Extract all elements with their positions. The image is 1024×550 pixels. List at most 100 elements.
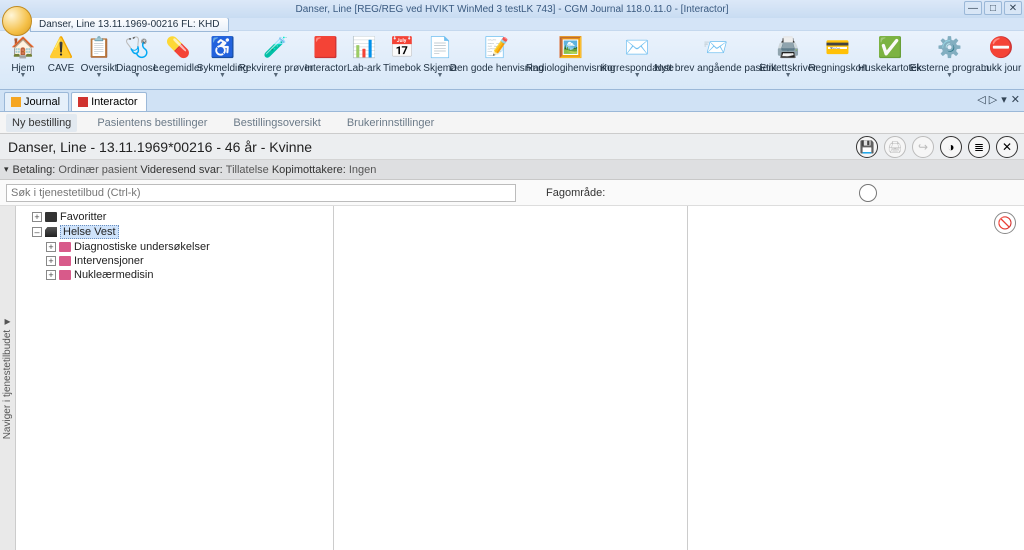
patient-context-tab[interactable]: Danser, Line 13.11.1969-00216 FL: KHD	[30, 17, 229, 32]
expand-icon[interactable]: +	[46, 256, 56, 266]
fagomrade-label: Fagområde:	[546, 187, 605, 199]
new-letter-icon: 📨	[702, 33, 730, 61]
external-icon: ⚙️	[935, 33, 963, 61]
dropdown-icon: ▼	[785, 72, 792, 79]
orb-tab-row: Danser, Line 13.11.1969-00216 FL: KHD	[0, 18, 1024, 30]
expand-icon[interactable]: +	[46, 270, 56, 280]
subtab-pasientens-bestillinger[interactable]: Pasientens bestillinger	[91, 114, 213, 132]
forms-icon: 📄	[426, 33, 454, 61]
ribbon-label-printer-button[interactable]: 🖨️Etikettskriver▼	[763, 33, 812, 79]
dropdown-icon: ▼	[134, 72, 141, 79]
ribbon-referral-button[interactable]: 📝Den gode henvisning	[459, 33, 535, 74]
tab-journal[interactable]: Journal	[4, 92, 69, 111]
service-search-input[interactable]	[6, 184, 516, 202]
ribbon-medicines-button[interactable]: 💊Legemidler	[156, 33, 200, 74]
tab-interactor[interactable]: Interactor	[71, 92, 146, 111]
order-tests-icon: 🧪	[262, 33, 290, 61]
main-content-area: Naviger i tjenestetilbudet ◄ + Favoritte…	[0, 206, 1024, 550]
reminders-icon: ✅	[876, 33, 904, 61]
ribbon-home-button[interactable]: 🏠Hjem▼	[4, 33, 42, 79]
overview-icon: 📋	[85, 33, 113, 61]
ribbon-new-letter-button[interactable]: 📨Nytt brev angående pasient	[668, 33, 764, 74]
ribbon-overview-button[interactable]: 📋Oversikt▼	[80, 33, 118, 79]
label-videresend: Videresend svar:	[140, 164, 222, 176]
ribbon-cave-button[interactable]: ⚠️CAVE	[42, 33, 80, 74]
ribbon-appointment-button[interactable]: 📅Timebok	[383, 33, 421, 74]
print-button[interactable]: 🖨	[884, 136, 906, 158]
contrast-button[interactable]: ◑	[940, 136, 962, 158]
label-betaling: Betaling:	[13, 164, 56, 176]
collapse-icon[interactable]: –	[32, 227, 42, 237]
value-kopimottakere: Ingen	[349, 164, 377, 176]
dropdown-icon: ▼	[946, 72, 953, 79]
ribbon-lab-sheet-button[interactable]: 📊Lab-ark	[345, 33, 383, 74]
patient-info-line: Danser, Line - 13.11.1969*00216 - 46 år …	[8, 139, 312, 155]
service-tree-pane: + Favoritter – Helse Vest +Diagnostiske …	[16, 206, 334, 550]
value-videresend: Tillatelse	[226, 164, 269, 176]
dropdown-icon: ▼	[96, 72, 103, 79]
folder-icon	[45, 212, 57, 222]
close-order-button[interactable]: ✕	[996, 136, 1018, 158]
folder-icon	[59, 270, 71, 280]
folder-icon	[59, 242, 71, 252]
close-journal-icon: ⛔	[987, 33, 1015, 61]
app-orb-button[interactable]	[2, 6, 32, 36]
tab-icon	[11, 97, 21, 107]
sick-leave-icon: ♿	[209, 33, 237, 61]
dropdown-icon: ▼	[437, 72, 444, 79]
expand-icon[interactable]: +	[32, 212, 42, 222]
chevron-down-icon[interactable]: ▾	[4, 164, 9, 175]
ribbon-external-button[interactable]: ⚙️Eksterne program▼	[917, 33, 982, 79]
tab-icon	[78, 97, 88, 107]
save-button[interactable]: 💾	[856, 136, 878, 158]
label-printer-icon: 🖨️	[774, 33, 802, 61]
order-info-strip[interactable]: ▾ Betaling: Ordinær pasient Videresend s…	[0, 160, 1024, 180]
navigator-side-tab[interactable]: Naviger i tjenestetilbudet ◄	[0, 206, 16, 550]
ribbon-toolbar: 🏠Hjem▼⚠️CAVE📋Oversikt▼🩺Diagnose▼💊Legemid…	[0, 30, 1024, 90]
tab-menu-button[interactable]: ▾	[1001, 93, 1007, 106]
expand-icon[interactable]: +	[46, 242, 56, 252]
tree-node-helse-vest[interactable]: – Helse Vest	[32, 224, 331, 240]
minimize-button[interactable]: —	[964, 1, 982, 15]
summary-pane: 🚫	[688, 206, 1024, 550]
radio-lab[interactable]: Lab	[613, 184, 1024, 202]
sub-tabs: Ny bestilling Pasientens bestillinger Best…	[0, 112, 1024, 134]
no-entry-icon[interactable]: 🚫	[994, 212, 1016, 234]
ribbon-order-tests-button[interactable]: 🧪Rekvirere prøver▼	[245, 33, 307, 79]
diagnose-icon: 🩺	[123, 33, 151, 61]
details-pane	[334, 206, 688, 550]
radiology-ref-icon: 🖼️	[557, 33, 585, 61]
ribbon-radiology-ref-button[interactable]: 🖼️Radiologihenvisning	[535, 33, 607, 74]
tab-close-button[interactable]: ✕	[1011, 93, 1020, 106]
title-bar: Danser, Line [REG/REG ved HVIKT WinMed 3…	[0, 0, 1024, 18]
subtab-ny-bestilling[interactable]: Ny bestilling	[6, 114, 77, 132]
fagomrade-group: Fagområde: Lab Radiologi	[546, 184, 1024, 202]
dropdown-icon: ▼	[219, 72, 226, 79]
billing-icon: 💳	[824, 33, 852, 61]
tree-node-intervensjoner[interactable]: +Intervensjoner	[46, 254, 331, 268]
tree-node-diagnostiske-undersøkelser[interactable]: +Diagnostiske undersøkelser	[46, 240, 331, 254]
ribbon-interactor-button[interactable]: 🟥Interactor	[307, 33, 345, 74]
dropdown-icon: ▼	[20, 72, 27, 79]
close-button[interactable]: ✕	[1004, 1, 1022, 15]
ribbon-diagnose-button[interactable]: 🩺Diagnose▼	[118, 33, 156, 79]
ribbon-billing-button[interactable]: 💳Regningskort	[813, 33, 863, 74]
ribbon-close-journal-button[interactable]: ⛔Lukk jour	[982, 33, 1020, 74]
tab-nav-arrows[interactable]: ◁ ▷	[977, 93, 997, 106]
tree-node-favoritter[interactable]: + Favoritter	[32, 210, 331, 224]
subtab-brukerinnstillinger[interactable]: Brukerinnstillinger	[341, 114, 440, 132]
list-button[interactable]: ≣	[968, 136, 990, 158]
subtab-bestillingsoversikt[interactable]: Bestillingsoversikt	[227, 114, 326, 132]
maximize-button[interactable]: □	[984, 1, 1002, 15]
tree-node-nukleærmedisin[interactable]: +Nukleærmedisin	[46, 268, 331, 282]
folder-open-icon	[45, 227, 57, 237]
send-button[interactable]: ↪	[912, 136, 934, 158]
module-tabstrip: JournalInteractor ◁ ▷ ▾ ✕	[0, 90, 1024, 112]
window-title: Danser, Line [REG/REG ved HVIKT WinMed 3…	[0, 4, 1024, 15]
appointment-icon: 📅	[388, 33, 416, 61]
home-icon: 🏠	[9, 33, 37, 61]
patient-header: Danser, Line - 13.11.1969*00216 - 46 år …	[0, 134, 1024, 160]
medicines-icon: 💊	[164, 33, 192, 61]
referral-icon: 📝	[483, 33, 511, 61]
cave-icon: ⚠️	[47, 33, 75, 61]
